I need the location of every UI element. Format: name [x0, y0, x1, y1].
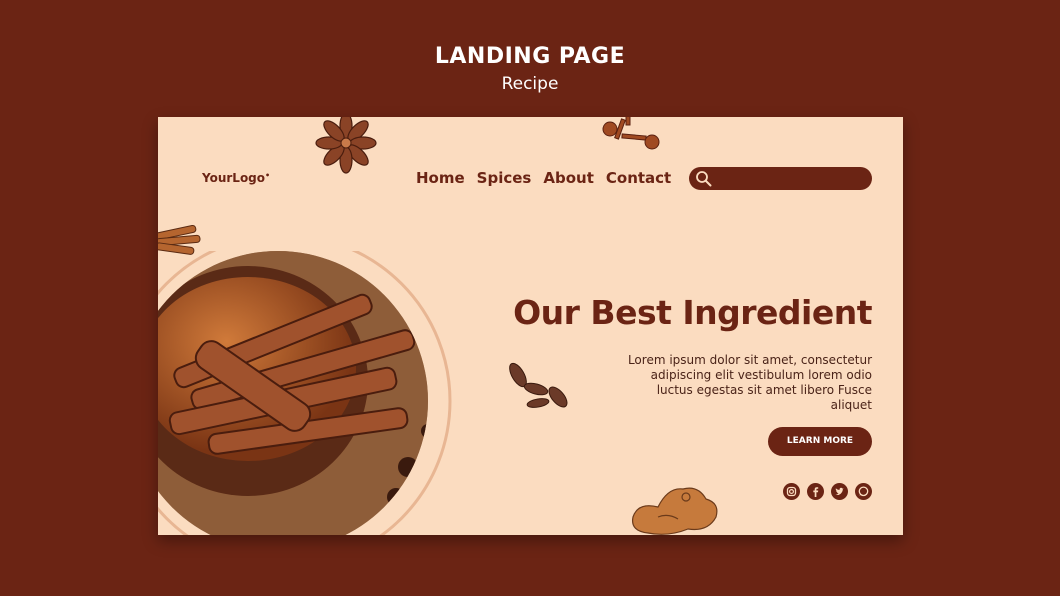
landing-card: YourLogo• Home Spices About Contact Our …	[158, 117, 903, 535]
instagram-icon[interactable]	[783, 483, 800, 500]
nav-spices[interactable]: Spices	[477, 169, 532, 187]
main-nav: Home Spices About Contact	[416, 169, 671, 187]
learn-more-button[interactable]: LEARN MORE	[768, 427, 872, 456]
nav-about[interactable]: About	[543, 169, 594, 187]
social-links	[783, 483, 872, 500]
logo-mark: •	[265, 171, 271, 180]
hero-headline: Our Best Ingredient	[513, 293, 872, 332]
site-logo[interactable]: YourLogo•	[202, 171, 270, 185]
page-subtitle: Recipe	[501, 74, 559, 94]
whatsapp-icon[interactable]	[855, 483, 872, 500]
cardamom-illustration	[509, 362, 568, 408]
hero-description: Lorem ipsum dolor sit amet, consectetur …	[627, 353, 872, 412]
cinnamon-bowl-photo	[158, 251, 452, 535]
search-input[interactable]	[717, 169, 866, 189]
star-anise-illustration	[315, 117, 377, 174]
twitter-icon[interactable]	[831, 483, 848, 500]
cloves-illustration	[602, 117, 660, 150]
ginger-illustration	[631, 487, 718, 535]
search-icon[interactable]	[695, 170, 712, 187]
nav-contact[interactable]: Contact	[606, 169, 671, 187]
search-bar[interactable]	[689, 167, 872, 190]
logo-text: YourLogo	[202, 171, 266, 185]
nav-home[interactable]: Home	[416, 169, 465, 187]
page-title: LANDING PAGE	[434, 44, 626, 69]
facebook-icon[interactable]	[807, 483, 824, 500]
